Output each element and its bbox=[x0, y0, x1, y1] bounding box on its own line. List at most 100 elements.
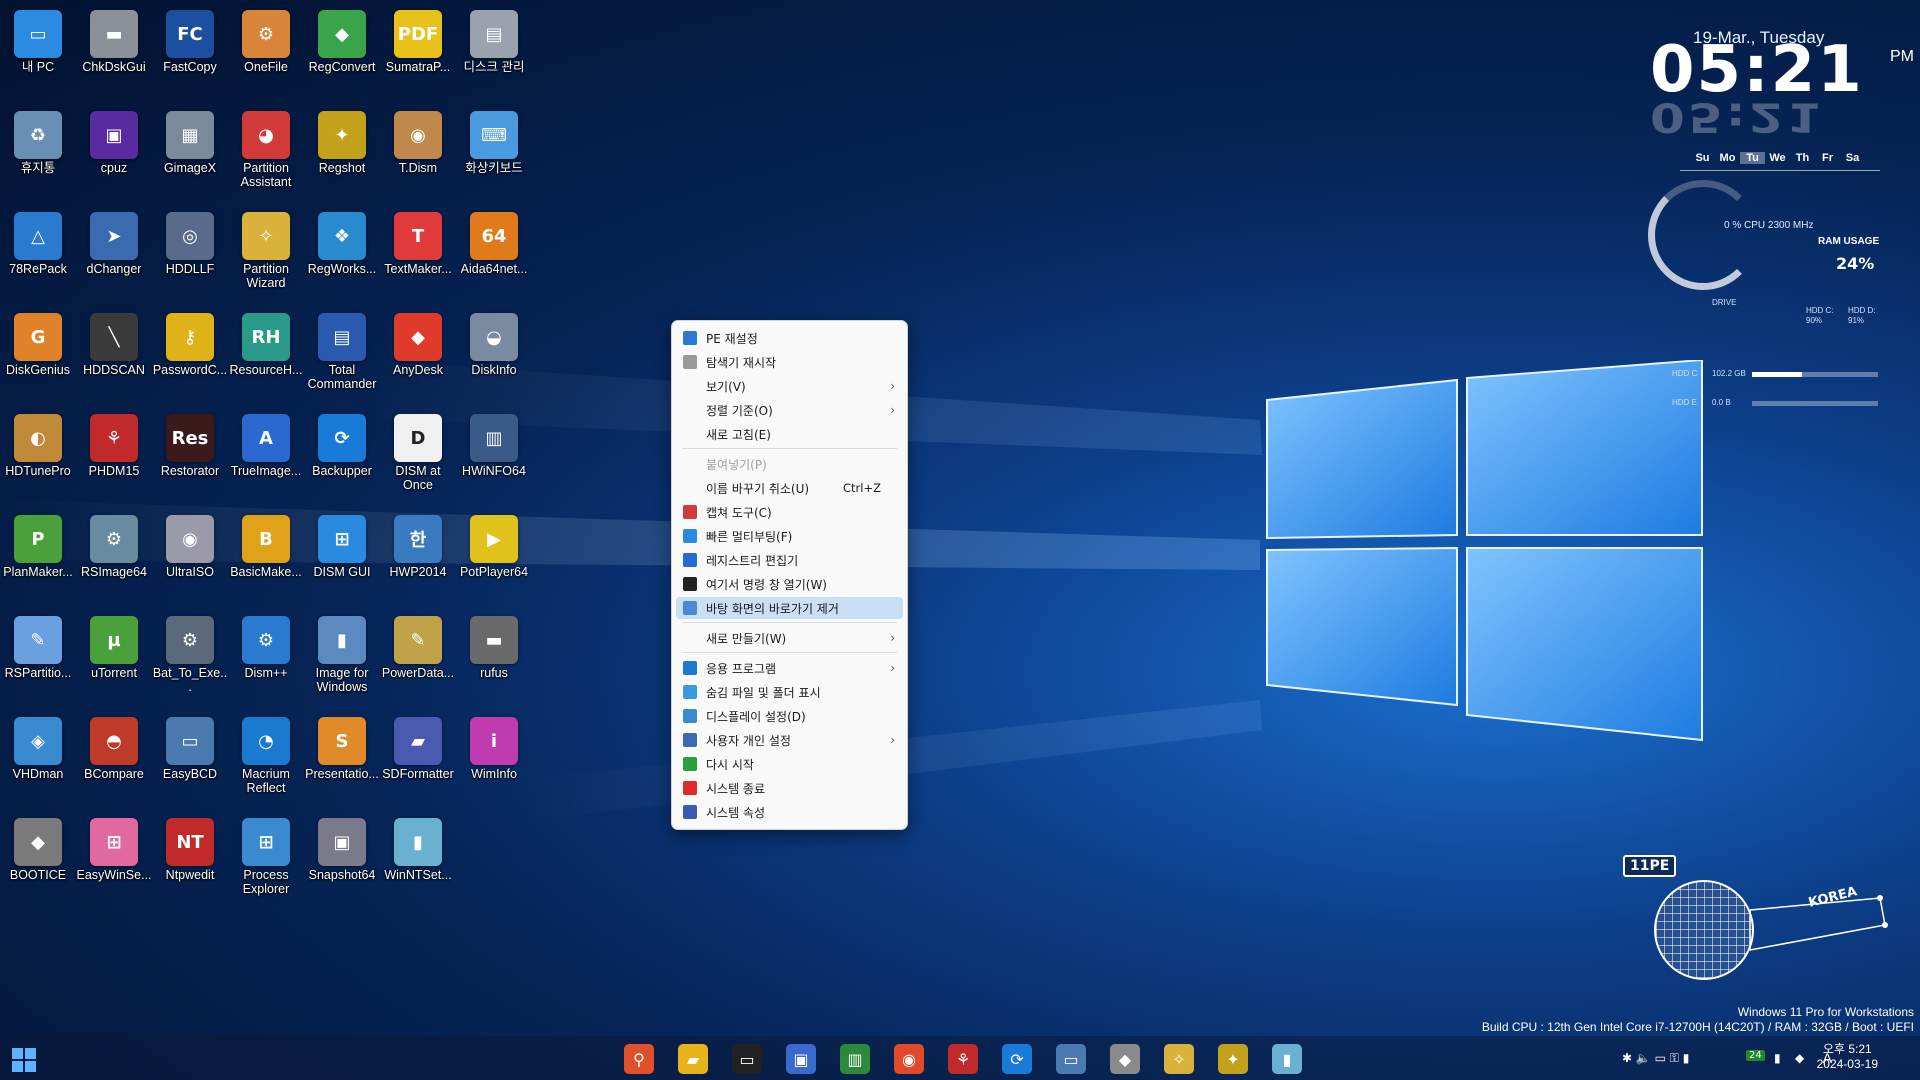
desktop-icon[interactable]: ⚙ OneFile bbox=[228, 6, 304, 102]
menu-item[interactable]: 캡쳐 도구(C) bbox=[676, 501, 903, 523]
drop-icon[interactable]: ◆ bbox=[1795, 1051, 1804, 1065]
desktop-icon[interactable]: G DiskGenius bbox=[0, 309, 76, 405]
desktop-icon[interactable]: ◉ UltraISO bbox=[152, 511, 228, 607]
menu-item[interactable]: 정렬 기준(O) › bbox=[676, 399, 903, 421]
chrome-icon[interactable]: ◉ bbox=[894, 1044, 924, 1074]
desktop-icon[interactable]: ▣ Snapshot64 bbox=[304, 814, 380, 910]
desktop-icon[interactable]: ◉ T.Dism bbox=[380, 107, 456, 203]
desktop-icon[interactable]: ♻ 휴지통 bbox=[0, 107, 76, 203]
desktop-icon[interactable]: ⊞ Process Explorer bbox=[228, 814, 304, 910]
desktop-icon[interactable]: ⊞ EasyWinSe... bbox=[76, 814, 152, 910]
desktop-icon[interactable]: RH ResourceH... bbox=[228, 309, 304, 405]
search-icon[interactable]: ⚲ bbox=[624, 1044, 654, 1074]
menu-item[interactable]: 여기서 명령 창 열기(W) bbox=[676, 573, 903, 595]
menu-item[interactable]: 레지스트리 편집기 bbox=[676, 549, 903, 571]
backup-icon[interactable]: ⟳ bbox=[1002, 1044, 1032, 1074]
desktop-icon[interactable]: ▬ rufus bbox=[456, 612, 532, 708]
desktop-icon[interactable]: ▥ HWiNFO64 bbox=[456, 410, 532, 506]
menu-item[interactable]: 디스플레이 설정(D) bbox=[676, 705, 903, 727]
desktop-icon[interactable]: ◈ VHDman bbox=[0, 713, 76, 809]
desktop-icon[interactable]: ⌨ 화상키보드 bbox=[456, 107, 532, 203]
desktop-icon[interactable]: S Presentatio... bbox=[304, 713, 380, 809]
desktop-icon[interactable]: ◐ HDTunePro bbox=[0, 410, 76, 506]
desktop-icon[interactable]: ✎ RSPartitio... bbox=[0, 612, 76, 708]
menu-item[interactable]: 새로 만들기(W) › bbox=[676, 627, 903, 649]
desktop-icon[interactable]: T TextMaker... bbox=[380, 208, 456, 304]
computer-icon[interactable]: ▭ bbox=[1056, 1044, 1086, 1074]
desktop-icon[interactable]: ⚙ RSImage64 bbox=[76, 511, 152, 607]
desktop-icon[interactable]: ✧ Partition Wizard bbox=[228, 208, 304, 304]
desktop-icon[interactable]: ⟳ Backupper bbox=[304, 410, 380, 506]
desktop-icon[interactable]: ◎ HDDLLF bbox=[152, 208, 228, 304]
tools-icon[interactable]: ✦ bbox=[1218, 1044, 1248, 1074]
desktop-icon[interactable]: ▦ GimageX bbox=[152, 107, 228, 203]
desktop-icon[interactable]: ▤ 디스크 관리 bbox=[456, 6, 532, 102]
menu-item[interactable]: 다시 시작 bbox=[676, 753, 903, 775]
desktop-icon[interactable]: ✎ PowerData... bbox=[380, 612, 456, 708]
menu-item[interactable]: 응용 프로그램 › bbox=[676, 657, 903, 679]
menu-item[interactable]: 탐색기 재시작 bbox=[676, 351, 903, 373]
partition-wizard-icon[interactable]: ✧ bbox=[1164, 1044, 1194, 1074]
start-button[interactable] bbox=[12, 1048, 36, 1072]
desktop-icon[interactable]: PDF SumatraP... bbox=[380, 6, 456, 102]
desktop-icon[interactable]: △ 78RePack bbox=[0, 208, 76, 304]
desktop-icon[interactable]: A TrueImage... bbox=[228, 410, 304, 506]
desktop-icon[interactable]: ⚙ Bat_To_Exe... bbox=[152, 612, 228, 708]
desktop-icon[interactable]: NT Ntpwedit bbox=[152, 814, 228, 910]
menu-item[interactable]: 이름 바꾸기 취소(U) Ctrl+Z bbox=[676, 477, 903, 499]
desktop-icon[interactable]: ╲ HDDSCAN bbox=[76, 309, 152, 405]
tray-icons[interactable]: ✱ 🔈 ▭ ⚿ ▮ bbox=[1622, 1051, 1689, 1066]
bootice-icon[interactable]: ◆ bbox=[1110, 1044, 1140, 1074]
desktop-icon[interactable]: ▮ WinNTSet... bbox=[380, 814, 456, 910]
desktop-icon[interactable]: Res Restorator bbox=[152, 410, 228, 506]
desktop-icon[interactable]: ◆ AnyDesk bbox=[380, 309, 456, 405]
network-icon[interactable]: ▮ bbox=[1774, 1051, 1781, 1065]
desktop-icon[interactable]: 한 HWP2014 bbox=[380, 511, 456, 607]
menu-item[interactable]: 붙여넣기(P) bbox=[676, 453, 903, 475]
desktop-icon[interactable]: ◓ BCompare bbox=[76, 713, 152, 809]
desktop-icon[interactable]: ▭ 내 PC bbox=[0, 6, 76, 102]
memory-icon[interactable]: ▥ bbox=[840, 1044, 870, 1074]
desktop-icon[interactable]: ➤ dChanger bbox=[76, 208, 152, 304]
phdm-icon[interactable]: ⚘ bbox=[948, 1044, 978, 1074]
desktop-icon[interactable]: ▤ Total Commander bbox=[304, 309, 380, 405]
desktop-icon[interactable]: ⚷ PasswordC... bbox=[152, 309, 228, 405]
desktop-icon[interactable]: ⚘ PHDM15 bbox=[76, 410, 152, 506]
desktop-icon[interactable]: 64 Aida64net... bbox=[456, 208, 532, 304]
desktop-icon[interactable]: ◆ BOOTICE bbox=[0, 814, 76, 910]
menu-item[interactable]: 빠른 멀티부팅(F) bbox=[676, 525, 903, 547]
desktop-icon[interactable]: ▮ Image for Windows bbox=[304, 612, 380, 708]
desktop-icon[interactable]: ▭ EasyBCD bbox=[152, 713, 228, 809]
desktop-icon[interactable]: ◒ DiskInfo bbox=[456, 309, 532, 405]
desktop-icon[interactable]: ❖ RegWorks... bbox=[304, 208, 380, 304]
battery-badge[interactable]: 24 bbox=[1746, 1050, 1765, 1061]
desktop-icon[interactable]: ▬ ChkDskGui bbox=[76, 6, 152, 102]
menu-item[interactable]: 보기(V) › bbox=[676, 375, 903, 397]
tray-clock[interactable]: 오후 5:21 2024-03-19 bbox=[1817, 1042, 1878, 1072]
desktop-icon[interactable]: ▰ SDFormatter bbox=[380, 713, 456, 809]
command-prompt-icon[interactable]: ▭ bbox=[732, 1044, 762, 1074]
menu-item[interactable]: 시스템 종료 bbox=[676, 777, 903, 799]
desktop-icon[interactable]: P PlanMaker... bbox=[0, 511, 76, 607]
desktop-icon[interactable]: ◔ Macrium Reflect bbox=[228, 713, 304, 809]
desktop-icon[interactable]: ⚙ Dism++ bbox=[228, 612, 304, 708]
desktop-icon[interactable]: ◆ RegConvert bbox=[304, 6, 380, 102]
menu-item[interactable]: 숨김 파일 및 폴더 표시 bbox=[676, 681, 903, 703]
desktop-icon[interactable]: B BasicMake... bbox=[228, 511, 304, 607]
menu-item[interactable]: 새로 고침(E) bbox=[676, 423, 903, 445]
desktop-icon[interactable]: ⊞ DISM GUI bbox=[304, 511, 380, 607]
menu-item[interactable]: 사용자 개인 설정 › bbox=[676, 729, 903, 751]
desktop-icon[interactable]: ▣ cpuz bbox=[76, 107, 152, 203]
desktop-icon[interactable]: i WimInfo bbox=[456, 713, 532, 809]
winnt-icon[interactable]: ▮ bbox=[1272, 1044, 1302, 1074]
menu-item[interactable]: 바탕 화면의 바로가기 제거 bbox=[676, 597, 903, 619]
menu-item[interactable]: 시스템 속성 bbox=[676, 801, 903, 823]
menu-item[interactable]: PE 재설정 bbox=[676, 327, 903, 349]
desktop-icon[interactable]: ✦ Regshot bbox=[304, 107, 380, 203]
desktop-icon[interactable]: ▶ PotPlayer64 bbox=[456, 511, 532, 607]
save-disk-icon[interactable]: ▣ bbox=[786, 1044, 816, 1074]
desktop-icon[interactable]: D DISM at Once bbox=[380, 410, 456, 506]
desktop-icon[interactable]: ◕ Partition Assistant bbox=[228, 107, 304, 203]
desktop-icon[interactable]: FC FastCopy bbox=[152, 6, 228, 102]
file-explorer-icon[interactable]: ▰ bbox=[678, 1044, 708, 1074]
